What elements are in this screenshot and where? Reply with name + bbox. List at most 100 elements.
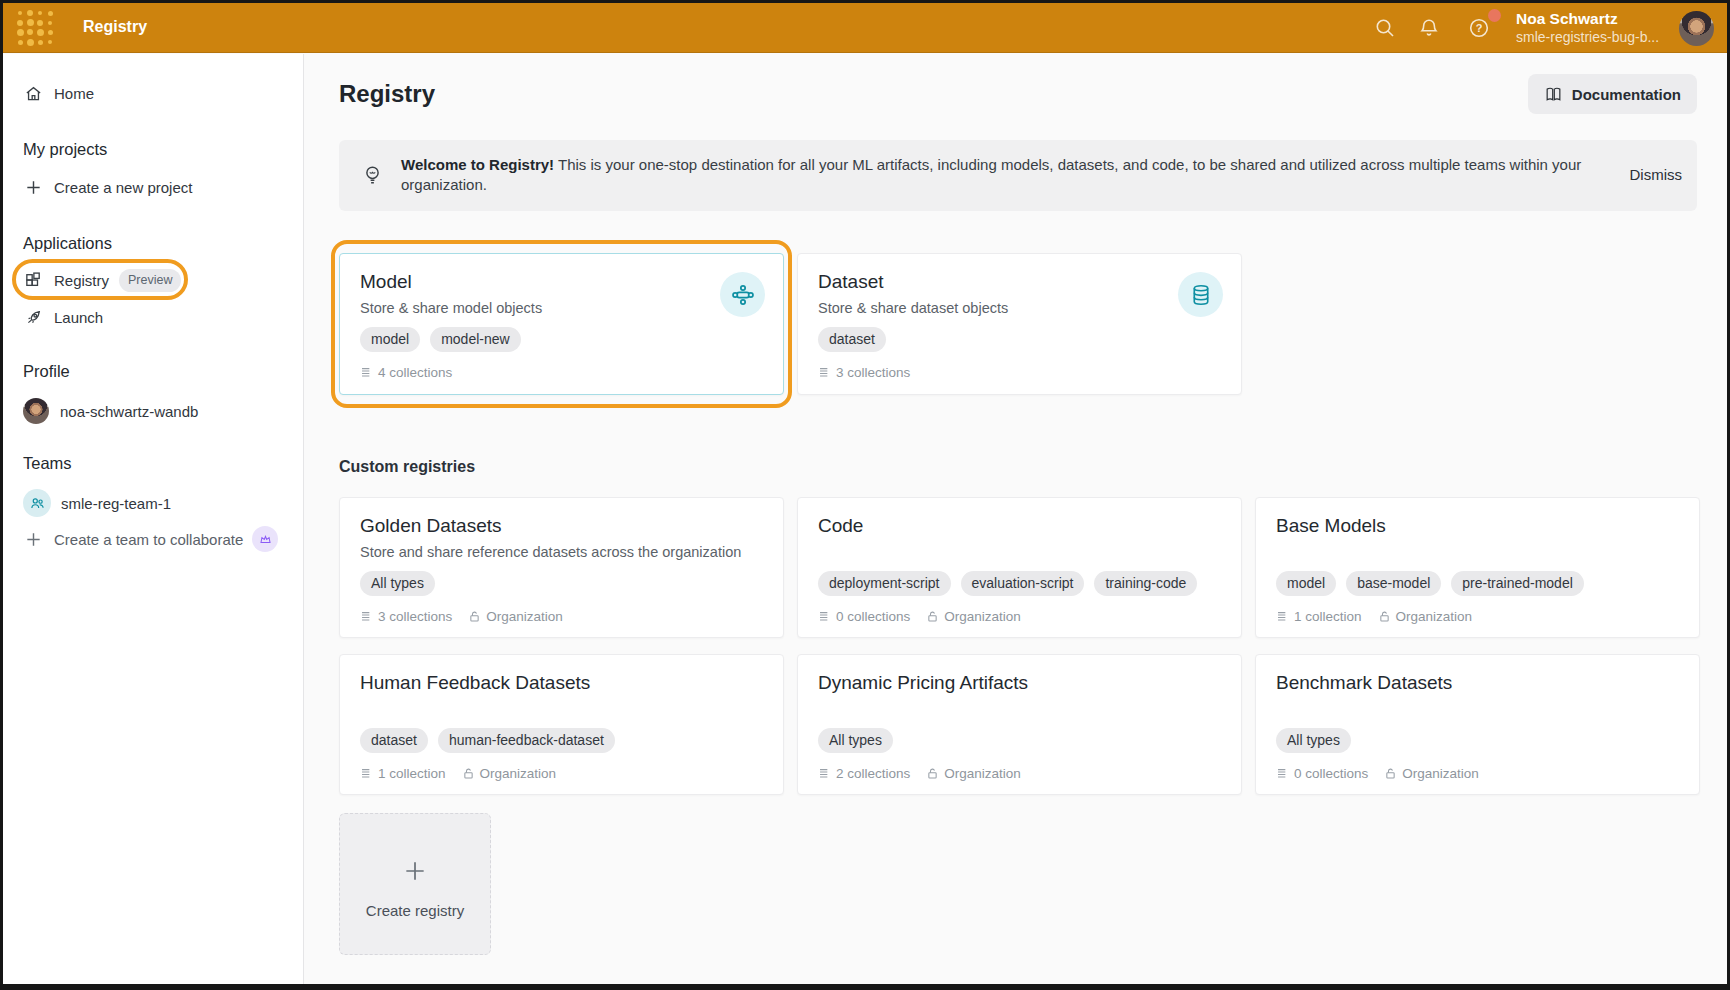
sidebar-item-profile[interactable]: noa-schwartz-wandb (3, 394, 303, 428)
create-registry-label: Create registry (340, 902, 490, 919)
banner-text: Welcome to Registry! This is your one-st… (401, 155, 1616, 195)
plus-icon (23, 177, 43, 197)
tag-pill: base-model (1346, 571, 1441, 596)
tag-list: model base-model pre-trained-model (1276, 571, 1584, 596)
custom-registries-heading: Custom registries (339, 458, 475, 476)
card-description: Store and share reference datasets acros… (360, 544, 741, 560)
tag-list: deployment-script evaluation-script trai… (818, 571, 1197, 596)
card-title: Model (360, 271, 412, 293)
dismiss-button[interactable]: Dismiss (1630, 166, 1683, 183)
my-projects-heading: My projects (23, 140, 107, 159)
documentation-label: Documentation (1572, 86, 1681, 103)
plus-icon (23, 529, 43, 549)
lightbulb-icon (360, 163, 385, 188)
tag-pill: pre-trained-model (1451, 571, 1584, 596)
teams-heading: Teams (23, 454, 72, 473)
sidebar-item-label: Home (54, 85, 94, 102)
create-project-button[interactable]: Create a new project (3, 170, 303, 204)
sidebar-item-label: Launch (54, 309, 103, 326)
rocket-icon (23, 307, 43, 327)
topbar-title: Registry (83, 18, 147, 36)
tag-list: All types (1276, 728, 1351, 753)
user-avatar[interactable] (1679, 11, 1714, 46)
card-footer: 2 collections Organization (818, 766, 1021, 781)
collections-icon (1276, 767, 1289, 780)
collections-icon (818, 610, 831, 623)
card-footer: 0 collections Organization (1276, 766, 1479, 781)
crown-badge-icon (252, 526, 278, 552)
tag-pill: All types (1276, 728, 1351, 753)
create-registry-button[interactable]: Create registry (339, 813, 491, 955)
sidebar-item-launch[interactable]: Launch (3, 300, 303, 334)
preview-badge: Preview (119, 269, 181, 292)
create-team-button[interactable]: Create a team to collaborate (3, 522, 303, 556)
lock-icon (926, 767, 939, 780)
help-icon[interactable]: ? (1467, 16, 1491, 40)
notification-dot (1488, 9, 1501, 22)
card-title: Code (818, 515, 863, 537)
card-title: Base Models (1276, 515, 1386, 537)
tag-pill: deployment-script (818, 571, 951, 596)
sidebar-item-label: Create a new project (54, 179, 192, 196)
tag-pill: training-code (1094, 571, 1197, 596)
card-description: Store & share model objects (360, 300, 542, 316)
collections-icon (360, 767, 373, 780)
user-name: Noa Schwartz (1516, 9, 1659, 29)
tag-list: model model-new (360, 327, 521, 352)
card-footer: 4 collections (360, 365, 452, 380)
registry-card-human-feedback-datasets[interactable]: Human Feedback Datasets dataset human-fe… (339, 654, 784, 795)
tag-pill: model (1276, 571, 1336, 596)
registry-card-dataset[interactable]: Dataset Store & share dataset objects da… (797, 253, 1242, 395)
database-icon (1178, 272, 1223, 317)
profile-heading: Profile (23, 362, 70, 381)
applications-heading: Applications (23, 234, 112, 253)
tag-list: All types (818, 728, 893, 753)
notifications-bell-icon[interactable] (1417, 16, 1441, 40)
collections-icon (818, 767, 831, 780)
card-footer: 1 collection Organization (360, 766, 556, 781)
registry-card-model[interactable]: Model Store & share model objects model … (339, 253, 784, 395)
sidebar-item-team[interactable]: smle-reg-team-1 (3, 486, 303, 520)
registry-card-dynamic-pricing-artifacts[interactable]: Dynamic Pricing Artifacts All types 2 co… (797, 654, 1242, 795)
registry-icon (23, 270, 43, 290)
card-footer: 3 collections Organization (360, 609, 563, 624)
registry-card-code[interactable]: Code deployment-script evaluation-script… (797, 497, 1242, 638)
topbar: Registry ? Noa Schwartz smle-registries-… (3, 3, 1727, 53)
welcome-banner: Welcome to Registry! This is your one-st… (339, 140, 1697, 211)
banner-body-text: This is your one-stop destination for al… (401, 156, 1581, 193)
search-icon[interactable] (1373, 16, 1397, 40)
card-footer: 0 collections Organization (818, 609, 1021, 624)
lock-icon (468, 610, 481, 623)
sidebar-item-label: noa-schwartz-wandb (60, 403, 198, 420)
card-title: Benchmark Datasets (1276, 672, 1452, 694)
card-description: Store & share dataset objects (818, 300, 1008, 316)
card-title: Dataset (818, 271, 883, 293)
sidebar-item-registry[interactable]: Registry Preview (3, 263, 303, 297)
tag-pill: evaluation-script (961, 571, 1085, 596)
tag-pill: model (360, 327, 420, 352)
user-org: smle-registries-bug-b... (1516, 29, 1659, 46)
tag-pill: dataset (818, 327, 886, 352)
wandb-logo-icon[interactable] (15, 9, 55, 47)
model-icon (720, 272, 765, 317)
registry-card-benchmark-datasets[interactable]: Benchmark Datasets All types 0 collectio… (1255, 654, 1700, 795)
lock-icon (1384, 767, 1397, 780)
registry-card-golden-datasets[interactable]: Golden Datasets Store and share referenc… (339, 497, 784, 638)
sidebar-item-label: Registry (54, 272, 109, 289)
user-menu[interactable]: Noa Schwartz smle-registries-bug-b... (1516, 9, 1659, 46)
collections-icon (818, 366, 831, 379)
tag-list: All types (360, 571, 435, 596)
tag-list: dataset human-feedback-dataset (360, 728, 615, 753)
tag-pill: All types (360, 571, 435, 596)
sidebar-item-label: smle-reg-team-1 (61, 495, 171, 512)
registry-card-base-models[interactable]: Base Models model base-model pre-trained… (1255, 497, 1700, 638)
page-title: Registry (339, 80, 435, 108)
card-title: Human Feedback Datasets (360, 672, 590, 694)
plus-icon (340, 858, 490, 888)
sidebar: Home My projects Create a new project Ap… (3, 54, 304, 984)
card-footer: 3 collections (818, 365, 910, 380)
home-icon (23, 83, 43, 103)
lock-icon (926, 610, 939, 623)
documentation-button[interactable]: Documentation (1528, 74, 1697, 114)
sidebar-item-home[interactable]: Home (3, 76, 303, 110)
